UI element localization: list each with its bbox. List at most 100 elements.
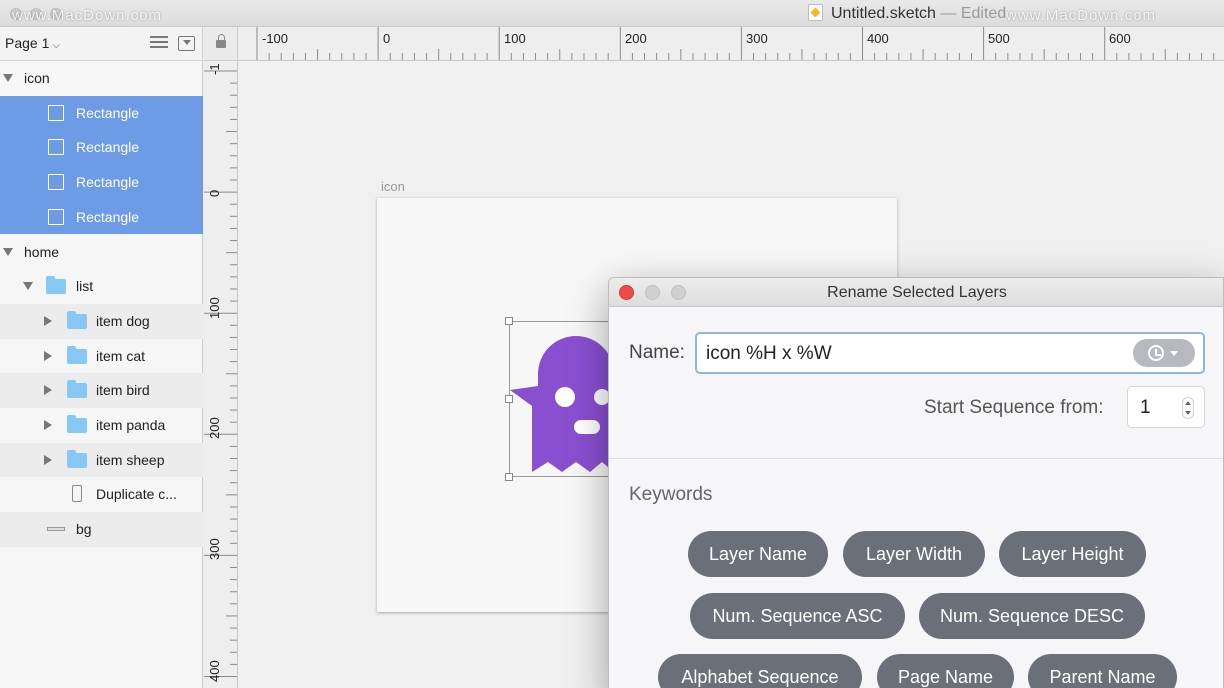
divider: [609, 458, 1223, 459]
ruler-label: 100: [207, 297, 222, 319]
keyword-num-sequence-asc-button[interactable]: Num. Sequence ASC: [690, 593, 905, 639]
rename-selected-layers-dialog: Rename Selected Layers Name: icon %H x %…: [608, 277, 1224, 688]
ruler-label: 0: [207, 189, 222, 197]
start-sequence-label: Start Sequence from:: [924, 397, 1104, 418]
page-selector-label: Page 1: [5, 35, 50, 51]
layer-label: item cat: [96, 347, 146, 364]
disclosure-collapsed-icon[interactable]: [44, 315, 52, 326]
layer-label: Rectangle: [76, 174, 140, 191]
keyword-page-name-button[interactable]: Page Name: [877, 654, 1014, 688]
folder-icon: [67, 310, 87, 329]
disclosure-collapsed-icon[interactable]: [44, 420, 52, 430]
layer-item-bird[interactable]: item bird: [0, 373, 203, 408]
start-sequence-field[interactable]: 1: [1127, 386, 1205, 428]
name-field-value: icon %H x %W: [706, 343, 832, 364]
vertical-ruler[interactable]: -1 0 100 200 300 400: [204, 61, 238, 688]
caret-down-icon: [1170, 351, 1178, 356]
layer-rectangle[interactable]: Rectangle: [0, 95, 203, 131]
name-field[interactable]: icon %H x %W: [695, 332, 1205, 374]
edited-status[interactable]: — Edited: [936, 5, 1006, 22]
keyword-alphabet-sequence-button[interactable]: Alphabet Sequence: [658, 654, 862, 688]
rectangle-icon: [48, 104, 64, 121]
folder-icon: [67, 380, 87, 399]
document-name: Untitled.sketch: [831, 5, 936, 22]
rectangle-icon: [48, 174, 64, 191]
ruler-label: -1: [207, 63, 222, 75]
layer-home-group[interactable]: home: [0, 235, 203, 270]
title-bar: www.MacDown.com Untitled.sketch — Edited…: [0, 0, 1224, 27]
ruler-label: 300: [207, 538, 222, 560]
layer-item-panda[interactable]: item panda: [0, 408, 203, 443]
keyword-layer-name-button[interactable]: Layer Name: [688, 531, 828, 577]
layer-label: icon: [24, 70, 50, 86]
shape-icon: [47, 527, 65, 532]
folder-icon: [67, 449, 87, 468]
sketch-document-icon: [808, 4, 823, 21]
name-label: Name:: [629, 342, 685, 363]
horizontal-ruler[interactable]: -100 0 100 200 300 400 500 600: [238, 27, 1224, 61]
layer-label: bg: [76, 521, 92, 538]
ruler-label: 400: [207, 660, 222, 682]
keyword-layer-width-button[interactable]: Layer Width: [843, 531, 985, 577]
folder-icon: [67, 415, 87, 433]
layer-rectangle[interactable]: Rectangle: [0, 130, 203, 166]
keywords-label: Keywords: [629, 484, 713, 505]
layer-rectangle[interactable]: Rectangle: [0, 199, 203, 235]
symbol-artboard-icon: [72, 485, 82, 503]
artboard-label[interactable]: icon: [381, 179, 405, 194]
disclosure-collapsed-icon[interactable]: [44, 454, 52, 465]
dialog-title: Rename Selected Layers: [827, 284, 1007, 301]
disclosure-expanded-icon[interactable]: [23, 282, 33, 291]
resize-handle[interactable]: [505, 473, 513, 481]
rectangle-icon: [48, 139, 64, 156]
sidebar-header: Page 1 ⌵: [0, 27, 202, 61]
layer-item-sheep[interactable]: item sheep: [0, 442, 203, 478]
layer-label: Duplicate c...: [96, 486, 177, 503]
collapse-panel-icon[interactable]: [178, 36, 195, 51]
layer-bg[interactable]: bg: [0, 512, 203, 547]
layer-label: list: [76, 278, 94, 295]
layer-list-sidebar: Page 1 ⌵ icon Rectangle Rectangle Rectang…: [0, 27, 203, 688]
disclosure-collapsed-icon[interactable]: [44, 350, 52, 361]
disclosure-collapsed-icon[interactable]: [44, 385, 52, 396]
folder-icon: [67, 345, 87, 364]
window-title: Untitled.sketch — Edited: [808, 4, 1006, 23]
ruler-label: 100: [504, 31, 526, 46]
ruler-label: 300: [746, 31, 768, 46]
layer-label: item sheep: [96, 451, 165, 468]
chevron-down-icon: ⌵: [52, 40, 60, 51]
sequence-stepper[interactable]: [1182, 397, 1194, 419]
ruler-label: 200: [625, 31, 647, 46]
disclosure-expanded-icon[interactable]: [3, 74, 13, 82]
layer-label: item dog: [96, 312, 150, 329]
keyword-parent-name-button[interactable]: Parent Name: [1028, 654, 1177, 688]
ruler-corner: [204, 27, 238, 61]
resize-handle[interactable]: [505, 317, 513, 325]
ruler-label: 400: [867, 31, 889, 46]
list-view-icon[interactable]: [150, 36, 168, 50]
start-sequence-value: 1: [1140, 397, 1151, 418]
layer-label: Rectangle: [76, 208, 140, 225]
layer-label: item panda: [96, 417, 166, 433]
ruler-label: 0: [383, 31, 391, 46]
keyword-layer-height-button[interactable]: Layer Height: [999, 531, 1146, 577]
ruler-label: 200: [207, 417, 222, 439]
rectangle-icon: [48, 208, 64, 225]
dialog-title-bar: Rename Selected Layers: [609, 278, 1223, 307]
history-dropdown-button[interactable]: [1133, 339, 1195, 367]
resize-handle[interactable]: [505, 395, 513, 403]
layer-list-folder[interactable]: list: [0, 269, 203, 304]
watermark-right: www.MacDown.com: [1006, 7, 1157, 24]
layer-label: home: [24, 243, 60, 260]
lock-icon[interactable]: [216, 34, 226, 48]
watermark-left: www.MacDown.com: [12, 7, 163, 24]
disclosure-expanded-icon[interactable]: [3, 247, 13, 256]
page-selector[interactable]: Page 1 ⌵: [5, 35, 60, 51]
keyword-num-sequence-desc-button[interactable]: Num. Sequence DESC: [919, 593, 1145, 639]
history-icon: [1148, 345, 1164, 361]
layer-item-cat[interactable]: item cat: [0, 339, 203, 374]
layer-icon-group[interactable]: icon: [0, 61, 203, 96]
layer-rectangle[interactable]: Rectangle: [0, 165, 203, 200]
layer-duplicate-symbol[interactable]: Duplicate c...: [0, 477, 203, 512]
layer-item-dog[interactable]: item dog: [0, 303, 203, 339]
